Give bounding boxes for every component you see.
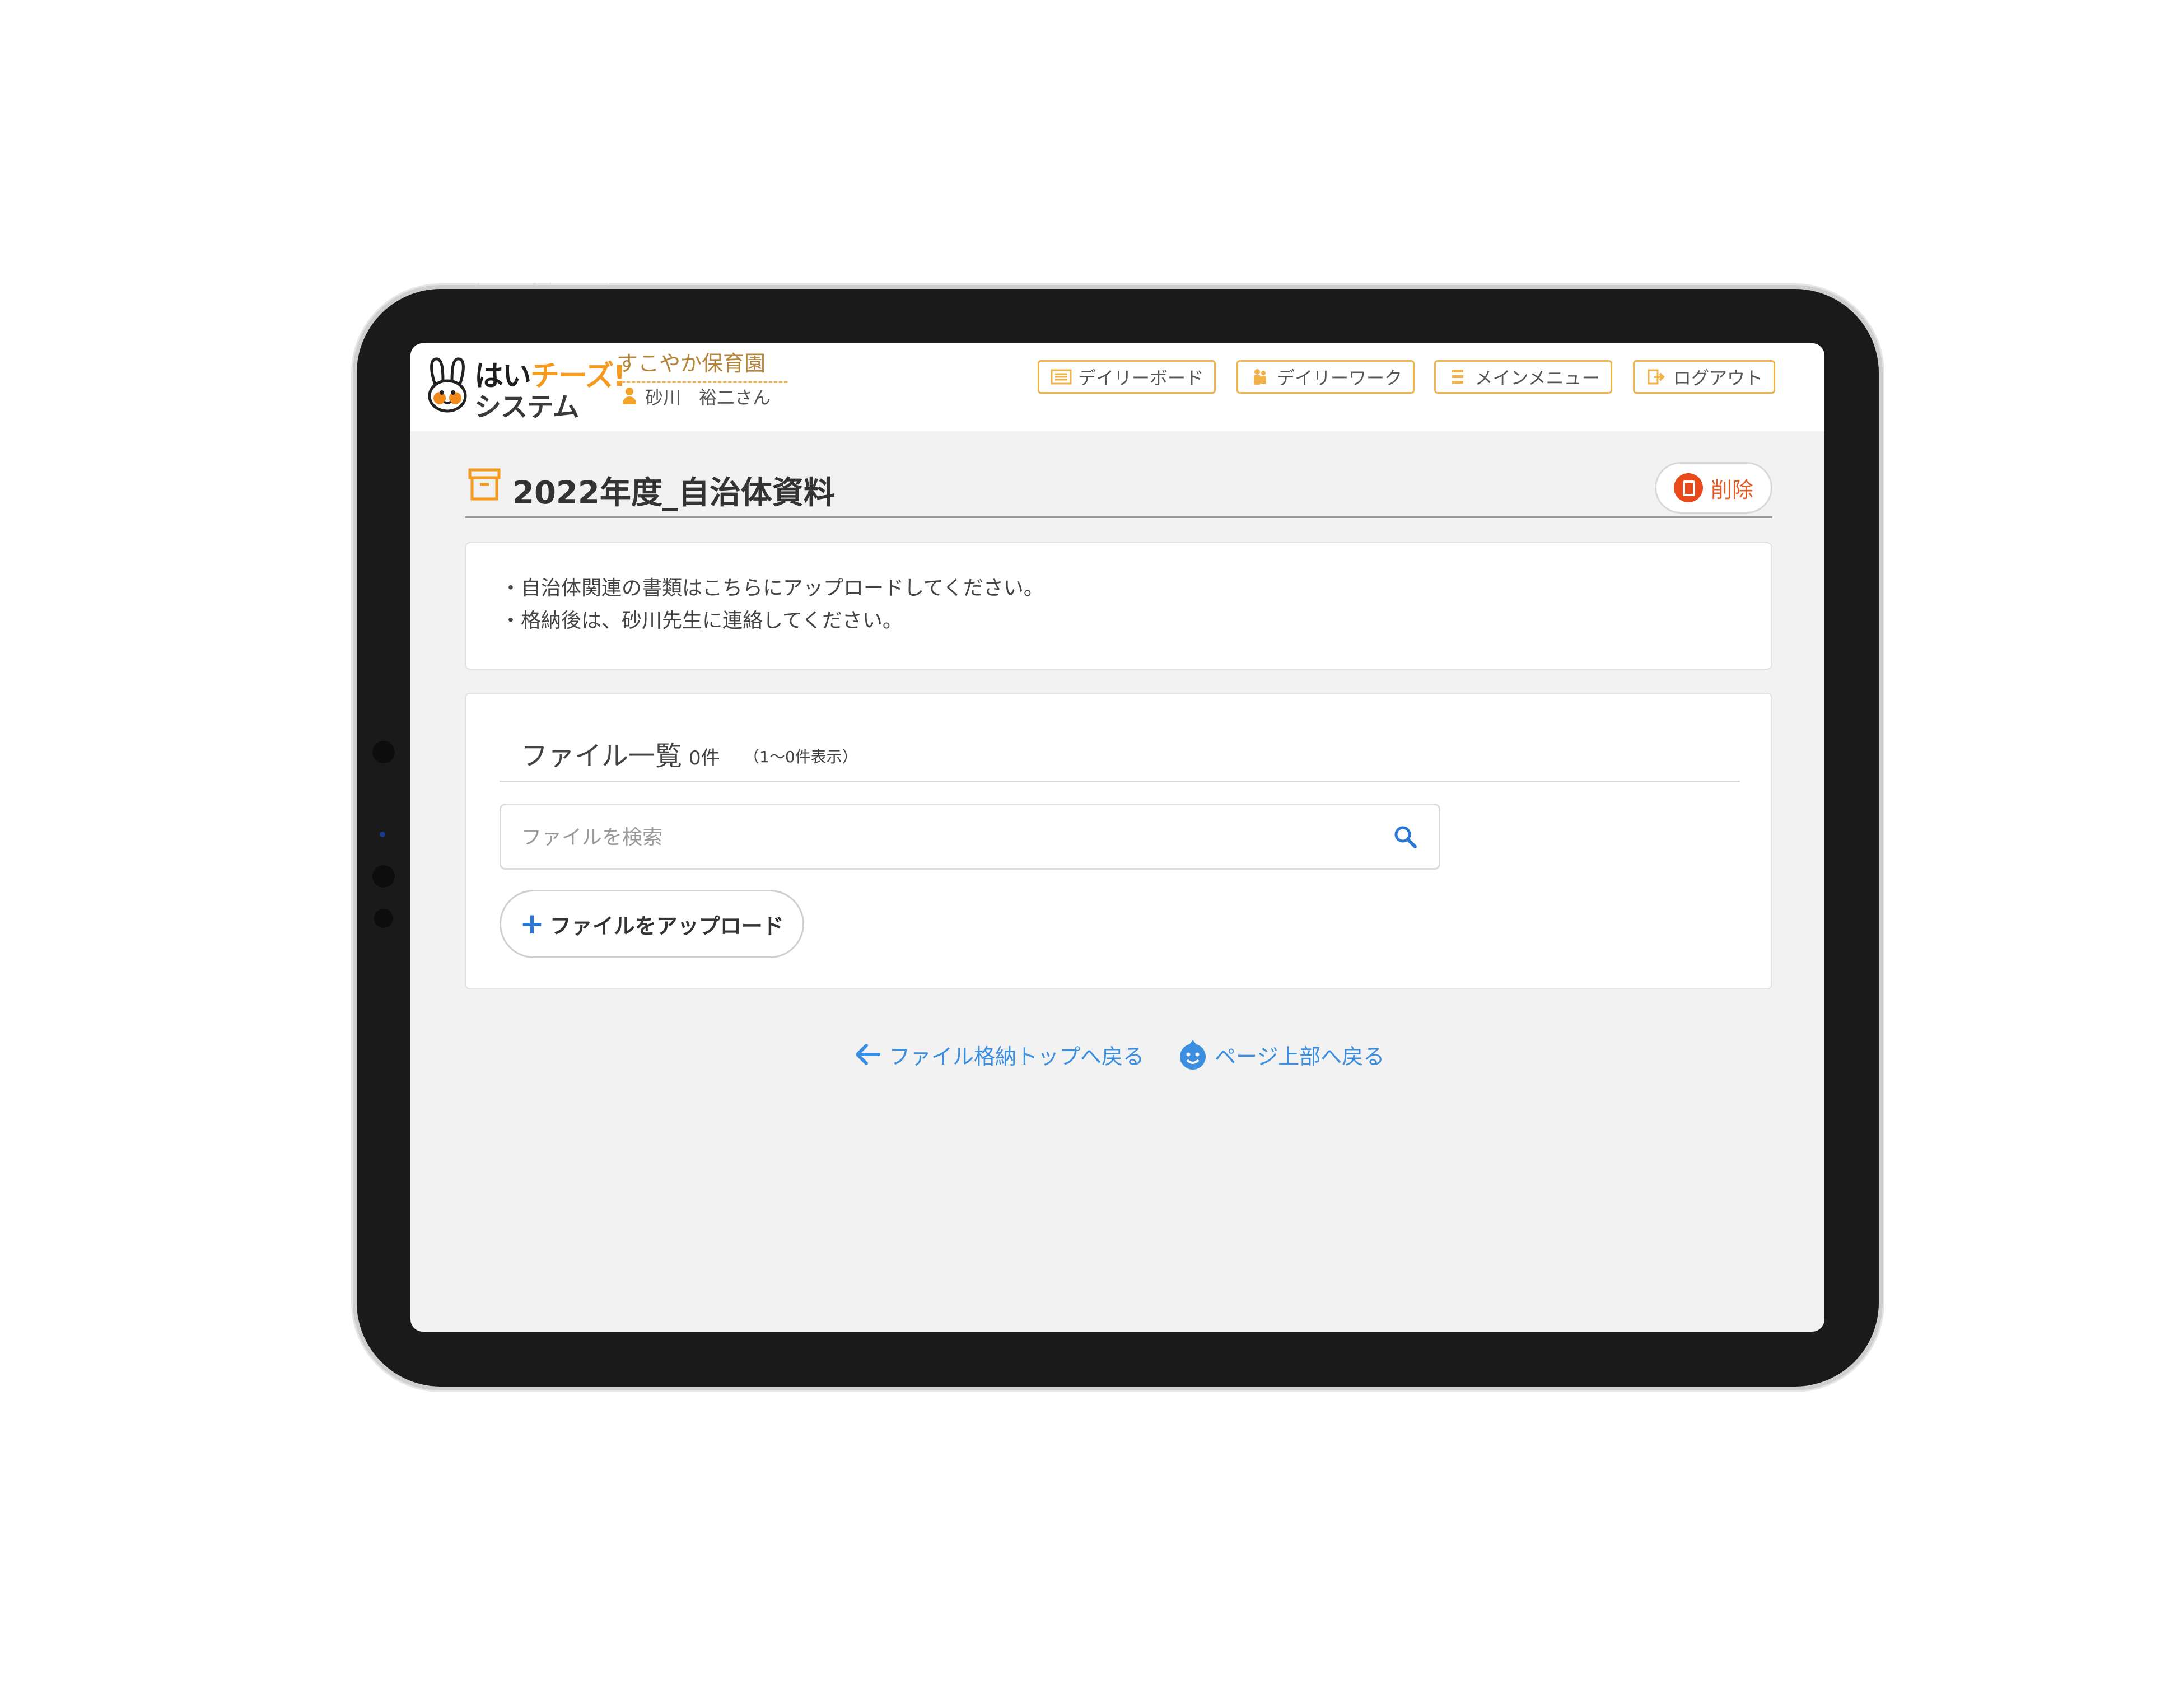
logo-text-line2: システム — [474, 391, 580, 423]
upload-file-button[interactable]: + ファイルをアップロード — [500, 890, 804, 958]
nav-main-menu-button[interactable]: メインメニュー — [1434, 360, 1612, 394]
file-list-header: ファイル一覧 0件 （1～0件表示） — [500, 730, 1740, 782]
app-logo[interactable]: はいチーズ! システム — [425, 352, 626, 423]
camera-dot — [372, 865, 395, 888]
footer-links: ファイル格納トップへ戻る ページ上部へ戻る — [410, 1032, 1824, 1077]
nav-daily-board-button[interactable]: デイリーボード — [1038, 360, 1216, 394]
camera-sensor — [380, 832, 385, 837]
nav-label: デイリーボード — [1077, 367, 1203, 389]
archive-box-icon — [468, 468, 501, 501]
file-search-input[interactable] — [521, 818, 1361, 857]
facility-name: すこやか保育園 — [617, 346, 787, 383]
back-to-storage-top-link[interactable]: ファイル格納トップへ戻る — [853, 1032, 1144, 1077]
logout-icon — [1648, 369, 1665, 385]
file-list-card: ファイル一覧 0件 （1～0件表示） + ファイルをアップロード — [465, 693, 1772, 989]
arrow-left-icon — [856, 1044, 880, 1065]
nav-label: デイリーワーク — [1276, 367, 1402, 389]
file-count: 0件 — [689, 747, 720, 769]
notice-line: ・自治体関連の書類はこちらにアップロードしてください。 — [501, 577, 1044, 600]
user-icon — [622, 388, 637, 405]
plus-icon: + — [520, 907, 544, 941]
people-icon — [1253, 369, 1266, 385]
top-link-label: ページ上部へ戻る — [1215, 1044, 1385, 1069]
rabbit-mascot-icon — [428, 357, 467, 413]
app-screen: はいチーズ! システム すこやか保育園 砂川 裕二さん デイリーボード デイリー… — [410, 343, 1824, 1332]
trash-icon — [1673, 473, 1703, 502]
nav-daily-work-button[interactable]: デイリーワーク — [1236, 360, 1415, 394]
logout-button[interactable]: ログアウト — [1633, 360, 1775, 394]
upload-label: ファイルをアップロード — [549, 913, 784, 939]
page-title-bar: 2022年度_自治体資料 削除 — [465, 455, 1772, 518]
camera-dot — [374, 909, 393, 928]
app-header: はいチーズ! システム すこやか保育園 砂川 裕二さん デイリーボード デイリー… — [410, 343, 1824, 431]
file-search-box — [500, 804, 1440, 870]
smiley-face-icon — [1180, 1040, 1206, 1070]
page-title: 2022年度_自治体資料 — [512, 475, 835, 511]
file-list-title: ファイル一覧 — [521, 740, 683, 772]
nav-label: メインメニュー — [1474, 367, 1600, 389]
file-range: （1～0件表示） — [744, 748, 858, 766]
notice-box: ・自治体関連の書類はこちらにアップロードしてください。 ・格納後は、砂川先生に連… — [465, 542, 1772, 670]
delete-label: 削除 — [1710, 477, 1753, 502]
board-icon — [1051, 369, 1072, 385]
back-link-label: ファイル格納トップへ戻る — [889, 1044, 1145, 1069]
menu-icon — [1452, 370, 1464, 384]
tablet-side-button — [352, 367, 357, 440]
notice-line: ・格納後は、砂川先生に連絡してください。 — [501, 609, 903, 632]
tablet-top-button-1 — [476, 283, 538, 288]
delete-button[interactable]: 削除 — [1655, 462, 1772, 514]
search-icon[interactable] — [1393, 824, 1418, 850]
tablet-top-button-2 — [549, 283, 610, 288]
user-name: 砂川 裕二さん — [645, 387, 771, 408]
user-info: 砂川 裕二さん — [622, 384, 771, 409]
nav-label: ログアウト — [1673, 367, 1763, 389]
camera-dot — [372, 741, 395, 763]
back-to-page-top-link[interactable]: ページ上部へ戻る — [1178, 1032, 1384, 1077]
